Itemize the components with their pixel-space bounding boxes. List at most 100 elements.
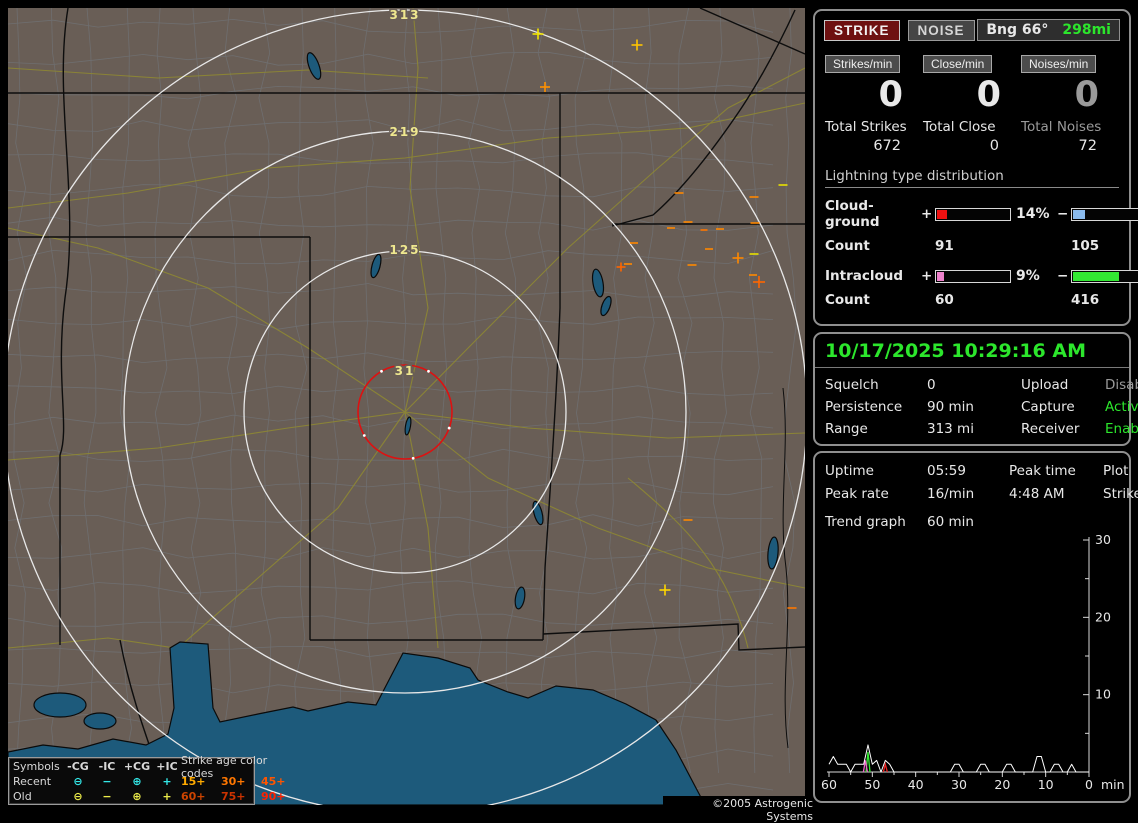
ic-positive-bar bbox=[935, 269, 1011, 283]
legend-row-recent-label: Recent bbox=[13, 775, 52, 788]
y-tick-label: 30 bbox=[1095, 534, 1111, 547]
x-tick-label: 40 bbox=[908, 777, 924, 792]
ic-count-label: Count bbox=[825, 292, 870, 309]
trend-line-strikes bbox=[828, 744, 1089, 773]
close-per-min-button[interactable]: Close/min bbox=[923, 55, 993, 73]
ring-label-125: 125 bbox=[389, 243, 420, 257]
cg-negative-bar bbox=[1071, 207, 1138, 221]
uptime-label: Uptime bbox=[825, 463, 874, 479]
receiver-label: Receiver bbox=[1021, 421, 1080, 437]
total-close-label: Total Close bbox=[923, 119, 996, 136]
cg-plus-sign: + bbox=[921, 206, 933, 223]
alarm-ring-dot bbox=[380, 369, 383, 373]
peak-time-label: Peak time bbox=[1009, 463, 1076, 479]
plot-value: Strike bbox=[1103, 486, 1138, 502]
legend-header-symbols: Symbols bbox=[13, 760, 60, 773]
squelch-value: 0 bbox=[927, 377, 936, 393]
legend-header-neg-cg: -CG bbox=[67, 760, 89, 773]
ring-label-313: 313 bbox=[389, 8, 420, 22]
legend-row-old-label: Old bbox=[13, 790, 32, 803]
map-canvas: 313 219 125 31 bbox=[8, 8, 805, 805]
x-tick-label: 50 bbox=[864, 777, 880, 792]
copyright-text: ©2005 Astrogenic Systems bbox=[663, 796, 813, 823]
strikes-per-min-button[interactable]: Strikes/min bbox=[825, 55, 901, 73]
old-neg-cg-icon: ⊖ bbox=[73, 790, 83, 803]
intracloud-label: Intracloud bbox=[825, 268, 904, 285]
cg-positive-count: 91 bbox=[935, 238, 954, 255]
strike-toggle-button[interactable]: STRIKE bbox=[824, 19, 900, 41]
total-close-value: 0 bbox=[989, 138, 999, 155]
ring-label-219: 219 bbox=[389, 125, 420, 139]
lightning-map[interactable]: 313 219 125 31 ©2005 Astrogenic Systems bbox=[8, 8, 813, 823]
old-pos-cg-icon: ⊕ bbox=[132, 790, 142, 803]
x-tick-label: 30 bbox=[951, 777, 967, 792]
ic-plus-sign: + bbox=[921, 268, 933, 285]
capture-label: Capture bbox=[1021, 399, 1075, 415]
alarm-ring-dot bbox=[427, 369, 430, 373]
squelch-label: Squelch bbox=[825, 377, 879, 393]
old-pos-ic-icon: + bbox=[162, 790, 172, 803]
ic-negative-bar bbox=[1071, 269, 1138, 283]
legend-header-pos-cg: +CG bbox=[123, 760, 151, 773]
recent-pos-cg-icon: ⊕ bbox=[132, 775, 142, 788]
range-value: 313 mi bbox=[927, 421, 974, 437]
noise-toggle-button[interactable]: NOISE bbox=[907, 19, 975, 41]
strikes-per-min-value: 0 bbox=[878, 75, 903, 115]
age-90: 90+ bbox=[261, 790, 286, 803]
range-label: Range bbox=[825, 421, 868, 437]
old-neg-ic-icon: − bbox=[102, 790, 112, 803]
legend-header-pos-ic: +IC bbox=[156, 760, 178, 773]
symbol-legend: Symbols -CG -IC +CG +IC Strike age color… bbox=[8, 754, 286, 805]
age-60: 60+ bbox=[181, 790, 206, 803]
trend-graph-label: Trend graph bbox=[825, 514, 906, 530]
trend-graph-value: 60 min bbox=[927, 514, 974, 530]
peak-rate-value: 16/min bbox=[927, 486, 975, 502]
upload-value: Disabled bbox=[1105, 377, 1138, 393]
cg-count-label: Count bbox=[825, 238, 870, 255]
cg-positive-pct: 14% bbox=[1016, 206, 1050, 223]
x-tick-label: 0 bbox=[1085, 777, 1093, 792]
alarm-ring-dot bbox=[362, 434, 366, 437]
capture-value: Active bbox=[1105, 399, 1138, 415]
distance-value: 298mi bbox=[1062, 22, 1111, 38]
ic-negative-count: 416 bbox=[1071, 292, 1100, 309]
cg-negative-count: 105 bbox=[1071, 238, 1100, 255]
bearing-value: Bng 66° bbox=[986, 22, 1049, 38]
age-45: 45+ bbox=[261, 775, 286, 788]
ic-positive-count: 60 bbox=[935, 292, 954, 309]
noises-per-min-button[interactable]: Noises/min bbox=[1021, 55, 1097, 73]
ring-label-31: 31 bbox=[395, 364, 416, 378]
bearing-distance-readout: Bng 66° 298mi bbox=[977, 19, 1120, 41]
persistence-label: Persistence bbox=[825, 399, 903, 415]
receiver-value: Enabled bbox=[1105, 421, 1138, 437]
x-tick-label: 10 bbox=[1038, 777, 1054, 792]
total-noises-value: 72 bbox=[1078, 138, 1097, 155]
legend-header-neg-ic: -IC bbox=[98, 760, 116, 773]
recent-pos-ic-icon: + bbox=[162, 775, 172, 788]
total-strikes-value: 672 bbox=[873, 138, 901, 155]
x-axis-unit: min bbox=[1101, 777, 1125, 792]
noises-per-min-value: 0 bbox=[1074, 75, 1099, 115]
alarm-ring-dot bbox=[411, 456, 415, 460]
total-strikes-label: Total Strikes bbox=[825, 119, 907, 136]
recent-neg-ic-icon: − bbox=[102, 775, 112, 788]
y-tick-label: 10 bbox=[1095, 687, 1111, 702]
age-30: 30+ bbox=[221, 775, 246, 788]
persistence-value: 90 min bbox=[927, 399, 974, 415]
datetime-display: 10/17/2025 10:29:16 AM bbox=[815, 334, 1129, 368]
trend-graph: 60 50 40 30 20 10 0 min 10 20 30 bbox=[821, 532, 1125, 792]
session-panel: Uptime 05:59 Peak time Plot Peak rate 16… bbox=[813, 451, 1138, 803]
peak-time-value: 4:48 AM bbox=[1009, 486, 1065, 502]
total-noises-label: Total Noises bbox=[1021, 119, 1102, 136]
counters-panel: STRIKE NOISE Bng 66° 298mi Strikes/min 0… bbox=[813, 9, 1138, 326]
status-panel: 10/17/2025 10:29:16 AM Squelch 0 Upload … bbox=[813, 332, 1138, 446]
x-tick-label: 20 bbox=[994, 777, 1010, 792]
close-per-min-value: 0 bbox=[976, 75, 1001, 115]
plot-label: Plot bbox=[1103, 463, 1129, 479]
app-window: { "map": { "land_color": "#695e56", "wat… bbox=[0, 0, 1138, 823]
alarm-ring-dot bbox=[447, 426, 451, 430]
x-tick-label: 60 bbox=[821, 777, 837, 792]
age-15: 15+ bbox=[181, 775, 206, 788]
upload-label: Upload bbox=[1021, 377, 1069, 393]
distribution-title: Lightning type distribution bbox=[825, 168, 1119, 189]
